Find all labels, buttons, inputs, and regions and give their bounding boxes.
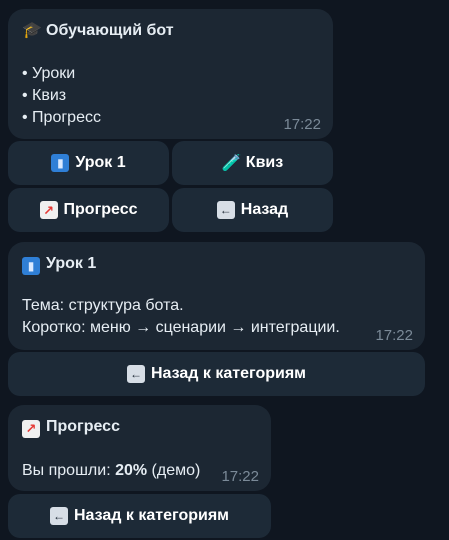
book-icon: ▮ bbox=[51, 154, 70, 172]
chat-window: 🎓 Обучающий бот • Уроки • Квиз • Прогресс… bbox=[0, 0, 449, 540]
message-body: • Уроки • Квиз • Прогресс bbox=[22, 63, 101, 129]
progress-button[interactable]: ↗ Прогресс bbox=[8, 188, 169, 232]
button-label: Назад к категориям bbox=[74, 507, 229, 524]
button-label: Квиз bbox=[245, 154, 284, 171]
graduation-cap-icon: 🎓 bbox=[22, 22, 42, 39]
message-title-text: Урок 1 bbox=[46, 255, 97, 272]
progress-prefix: Вы прошли: bbox=[22, 462, 116, 479]
message-bubble-main-menu: 🎓 Обучающий бот • Уроки • Квиз • Прогресс… bbox=[8, 9, 333, 139]
message-title: 🎓 Обучающий бот bbox=[22, 21, 174, 41]
lesson-1-button[interactable]: ▮ Урок 1 bbox=[8, 141, 169, 185]
button-label: Назад bbox=[240, 201, 289, 218]
message-title-text: Прогресс bbox=[46, 418, 120, 435]
message-timestamp: 17:22 bbox=[283, 116, 321, 133]
progress-value: 20% bbox=[115, 462, 148, 479]
message-bubble-lesson-1: ▮ Урок 1 Тема: структура бота. Коротко: м… bbox=[8, 242, 425, 350]
message-timestamp: 17:22 bbox=[375, 327, 413, 344]
button-label: Урок 1 bbox=[75, 154, 126, 171]
message-body: Тема: структура бота. Коротко: меню → сц… bbox=[22, 295, 340, 339]
list-item-quiz: • Квиз bbox=[22, 87, 67, 104]
lesson-topic: Тема: структура бота. bbox=[22, 297, 184, 314]
message-body: Вы прошли: 20% (демо) bbox=[22, 460, 200, 482]
button-label: Прогресс bbox=[63, 201, 138, 218]
back-arrow-icon: ← bbox=[127, 365, 145, 383]
chart-increasing-icon: ↗ bbox=[22, 419, 40, 438]
book-icon: ▮ bbox=[22, 257, 40, 275]
list-item-lessons: • Уроки bbox=[22, 65, 76, 82]
back-to-categories-button[interactable]: ← Назад к категориям bbox=[8, 352, 425, 396]
back-to-categories-button[interactable]: ← Назад к категориям bbox=[8, 494, 271, 538]
back-arrow-icon: ← bbox=[216, 201, 235, 219]
message-title: ▮ Урок 1 bbox=[22, 254, 96, 275]
test-tube-icon: 🧪 bbox=[221, 155, 242, 172]
chart-increasing-icon: ↗ bbox=[39, 201, 58, 219]
back-button[interactable]: ← Назад bbox=[172, 188, 333, 232]
quiz-button[interactable]: 🧪 Квиз bbox=[172, 141, 333, 185]
progress-suffix: (демо) bbox=[147, 462, 201, 479]
button-label: Назад к категориям bbox=[151, 365, 306, 382]
message-title: ↗ Прогресс bbox=[22, 417, 120, 438]
message-bubble-progress: ↗ Прогресс Вы прошли: 20% (демо) 17:22 bbox=[8, 405, 271, 491]
lesson-summary: Коротко: меню → сценарии → интеграции. bbox=[22, 319, 340, 336]
list-item-progress: • Прогресс bbox=[22, 109, 101, 126]
message-timestamp: 17:22 bbox=[221, 468, 259, 485]
back-arrow-icon: ← bbox=[50, 507, 68, 525]
message-title-text: Обучающий бот bbox=[46, 22, 174, 39]
